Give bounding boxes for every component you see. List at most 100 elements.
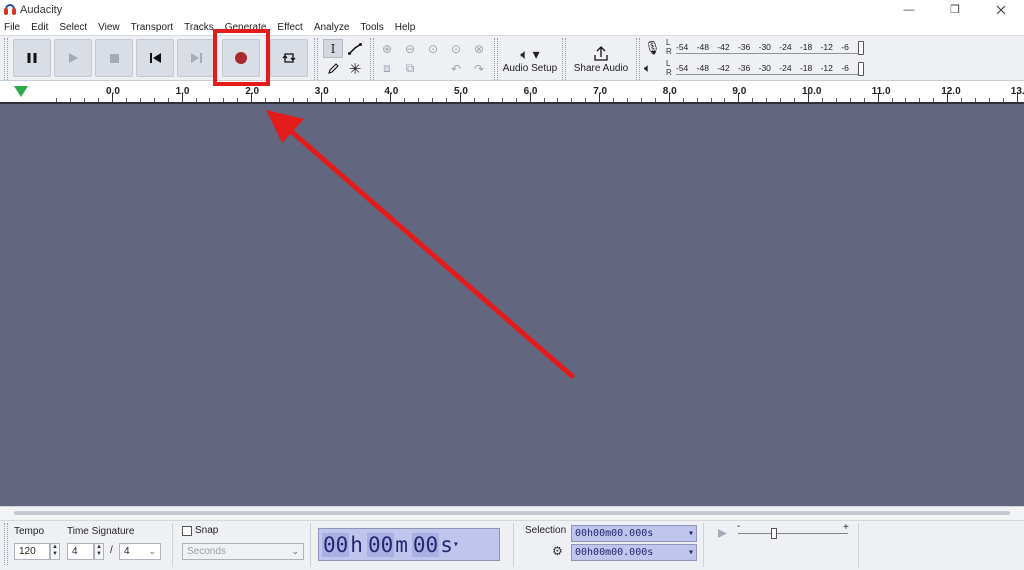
toolbar-grip[interactable] <box>4 38 8 80</box>
share-audio-label: Share Audio <box>573 62 629 74</box>
tempo-stepper[interactable]: ▲ ▼ <box>50 543 60 560</box>
play-at-speed-button[interactable] <box>712 524 732 542</box>
selection-end-value: 00h00m00.000s <box>575 547 654 558</box>
menu-file[interactable]: File <box>4 22 20 33</box>
speaker-icon[interactable]: 🔈︎ <box>644 61 651 76</box>
recording-volume-handle[interactable] <box>858 41 864 55</box>
silence-audio-button[interactable]: ⧉ <box>400 59 420 78</box>
time-signature-lower-select[interactable]: 4 ⌄ <box>119 543 161 560</box>
ruler-label: 5.0 <box>454 86 468 97</box>
gear-icon[interactable]: ⚙ <box>552 544 563 558</box>
restore-button[interactable]: ❐ <box>932 0 978 19</box>
play-speed-slider-handle[interactable] <box>771 528 777 539</box>
multi-tool-button[interactable]: ✳ <box>345 59 365 78</box>
menu-view[interactable]: View <box>98 22 120 33</box>
ruler-minor-tick <box>98 98 100 102</box>
playback-meter[interactable]: L R -54 -48 -42 -36 -30 -24 -18 -12 -6 0 <box>662 59 866 79</box>
minimize-button[interactable]: — <box>886 0 932 19</box>
zoom-out-button[interactable]: ⊖ <box>400 39 420 58</box>
chevron-down-icon[interactable]: ▾ <box>453 539 459 550</box>
ruler-label: 1.0 <box>175 86 190 97</box>
ruler-minor-tick <box>501 98 503 102</box>
time-seconds-unit: s <box>440 532 453 557</box>
menu-edit[interactable]: Edit <box>31 22 48 33</box>
toolbar-grip[interactable] <box>370 38 374 80</box>
toolbar-grip[interactable] <box>562 38 566 80</box>
stop-button[interactable] <box>95 39 133 77</box>
ruler-minor-tick <box>766 98 768 102</box>
ruler-minor-tick <box>710 98 712 102</box>
chevron-down-icon: ▾ <box>687 547 694 558</box>
zoom-toggle-button[interactable]: ⊗ <box>469 39 489 58</box>
selection-label: Selection <box>525 525 567 536</box>
trim-audio-button[interactable]: ⧈ <box>377 59 397 78</box>
ruler-label: 11.0 <box>871 86 891 97</box>
recording-meter[interactable]: L R -54 -48 -42 -36 -30 -24 -18 -12 -6 0 <box>662 38 866 58</box>
fit-selection-button[interactable]: ⊙ <box>423 39 443 58</box>
selection-start-value: 00h00m00.000s <box>575 528 654 539</box>
skip-to-end-button[interactable] <box>177 39 215 77</box>
envelope-tool-button[interactable] <box>345 39 365 58</box>
play-button[interactable] <box>54 39 92 77</box>
undo-button[interactable]: ↶ <box>446 59 466 78</box>
skip-to-start-button[interactable] <box>136 39 174 77</box>
pause-button[interactable] <box>13 39 51 77</box>
time-hours-unit: h <box>350 532 363 557</box>
play-speed-slider-track[interactable] <box>738 533 848 534</box>
time-signature-lower-value: 4 <box>124 546 130 557</box>
horizontal-scrollbar[interactable] <box>0 506 1024 520</box>
time-signature-upper-stepper[interactable]: ▲ ▼ <box>94 543 104 560</box>
draw-tool-button[interactable] <box>323 59 343 78</box>
ruler-label: 3.0 <box>314 86 329 97</box>
ruler-minor-tick <box>585 98 587 102</box>
zoom-out-icon: ⊖ <box>404 41 416 56</box>
toolbar-grip[interactable] <box>314 38 318 80</box>
selection-end-display[interactable]: 00h00m00.000s ▾ <box>571 544 697 561</box>
redo-button[interactable]: ↷ <box>469 59 489 78</box>
menu-effect[interactable]: Effect <box>277 22 302 33</box>
menu-transport[interactable]: Transport <box>131 22 173 33</box>
scrollbar-thumb[interactable] <box>14 511 1010 515</box>
ruler-label: 4.0 <box>384 86 399 97</box>
share-audio-button[interactable]: Share Audio <box>570 38 632 80</box>
microphone-icon[interactable]: 🎙︎ <box>644 40 661 56</box>
divider <box>513 523 514 567</box>
loop-button[interactable] <box>270 39 308 77</box>
snap-unit-select[interactable]: Seconds ⌄ <box>182 543 304 560</box>
ruler-minor-tick <box>640 98 642 102</box>
skip-end-icon <box>190 53 202 63</box>
menu-tracks[interactable]: Tracks <box>184 22 214 33</box>
track-area[interactable] <box>0 104 1024 506</box>
close-button[interactable] <box>978 0 1024 19</box>
menu-help[interactable]: Help <box>395 22 416 33</box>
ruler-minor-tick <box>752 98 754 102</box>
snap-checkbox[interactable] <box>182 526 192 536</box>
fit-project-button[interactable]: ⊙ <box>446 39 466 58</box>
time-signature-upper-input[interactable]: 4 <box>67 543 94 560</box>
menu-select[interactable]: Select <box>59 22 87 33</box>
toolbar-grip[interactable] <box>494 38 498 80</box>
ruler-minor-tick <box>794 98 796 102</box>
chevron-down-icon: ⌄ <box>148 546 156 556</box>
upload-icon <box>594 45 608 61</box>
ruler-minor-tick <box>223 98 225 102</box>
ruler-label: 10.0 <box>802 86 822 97</box>
redo-icon: ↷ <box>473 61 485 76</box>
play-head-icon[interactable] <box>14 86 28 97</box>
toolbar-grip[interactable] <box>636 38 640 80</box>
audio-position-display[interactable]: 00 h 00 m 00 s ▾ <box>318 528 500 561</box>
selection-start-display[interactable]: 00h00m00.000s ▾ <box>571 525 697 542</box>
zoom-in-button[interactable]: ⊕ <box>377 39 397 58</box>
menu-analyze[interactable]: Analyze <box>314 22 350 33</box>
ruler-minor-tick <box>821 98 823 102</box>
toolbar-grip[interactable] <box>4 523 8 565</box>
tempo-input[interactable]: 120 <box>14 543 50 560</box>
pause-icon <box>27 53 37 63</box>
menu-tools[interactable]: Tools <box>360 22 383 33</box>
selection-tool-button[interactable]: I <box>323 39 343 58</box>
timeline-ruler[interactable]: 0.0 1.0 2.0 3.0 4.0 5.0 6.0 7.0 8.0 9.0 10.0 11.0 12… <box>0 82 1024 104</box>
audio-setup-button[interactable]: 🔈︎ ▾ Audio Setup <box>500 38 560 80</box>
ruler-minor-tick <box>654 98 656 102</box>
audacity-logo-icon <box>4 3 16 16</box>
playback-volume-handle[interactable] <box>858 62 864 76</box>
